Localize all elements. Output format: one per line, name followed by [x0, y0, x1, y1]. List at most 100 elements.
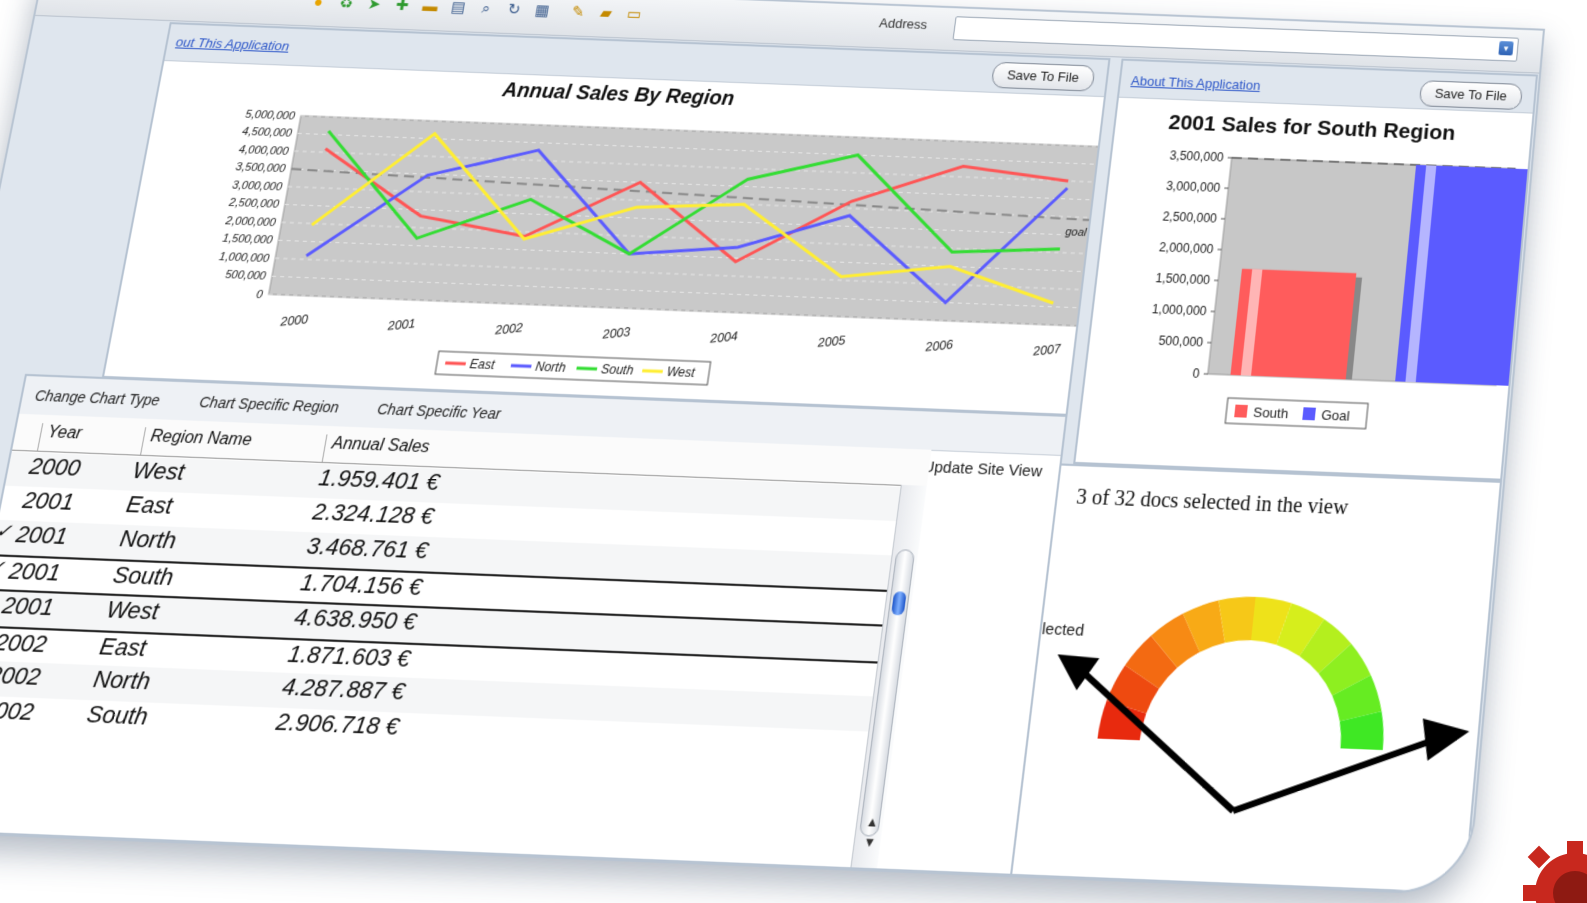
cell-year: 2001 [6, 557, 63, 587]
y-tick-label: 0 [1192, 366, 1201, 381]
folder-icon[interactable]: ▰ [596, 5, 617, 24]
cell-year: 2001 [13, 520, 70, 550]
tab-chart-specific-year[interactable]: Chart Specific Year [376, 400, 502, 422]
y-tick-label: 3,000,000 [1165, 179, 1221, 195]
x-tick-label: 2005 [817, 333, 846, 350]
selection-gauge-panel: 3 of 32 docs selected in the view Select… [1009, 463, 1503, 895]
print-icon[interactable]: ▤ [448, 0, 469, 17]
cell-sales: 2.906.718 € [274, 707, 402, 741]
sales-grid-panel: Change Chart Type Chart Specific Region … [0, 373, 1068, 877]
cell-year: 2001 [20, 486, 77, 516]
cell-sales: 1.959.401 € [316, 464, 442, 496]
legend: East North South West [435, 351, 711, 385]
legend-label: West [666, 364, 697, 380]
y-tick-label: 3,000,000 [231, 179, 284, 193]
y-tick-label: 1,000,000 [218, 251, 271, 265]
about-application-link[interactable]: out This Application [175, 34, 291, 53]
y-tick-label: 500,000 [224, 269, 268, 283]
cell-region: East [97, 632, 149, 662]
address-label: Address [878, 15, 929, 33]
column-header-region-name[interactable]: Region Name [140, 427, 328, 462]
y-tick-label: 4,500,000 [241, 126, 293, 140]
line-chart: 5,000,000 4,500,000 4,000,000 3,500,000 3,00… [218, 109, 1103, 413]
address-dropdown-button[interactable]: ▾ [1498, 41, 1514, 56]
y-tick-label: 3,500,000 [235, 162, 287, 176]
cell-region: South [84, 700, 151, 731]
cell-sales: 4.638.950 € [292, 603, 419, 636]
y-tick-label: 2,500,000 [227, 197, 281, 211]
legend-swatch [1234, 404, 1248, 418]
legend-label: South [600, 362, 635, 378]
cell-region: West [130, 456, 187, 486]
legend-swatch [577, 368, 598, 369]
cell-sales: 4.287.887 € [280, 672, 407, 706]
about-application-link[interactable]: About This Application [1130, 73, 1261, 93]
recycle-icon[interactable]: ♻ [336, 0, 357, 13]
cell-year: 2001 [0, 591, 57, 621]
minus-icon[interactable]: ▬ [420, 0, 441, 16]
x-tick-label: 2007 [1032, 341, 1062, 359]
legend-label: Goal [1321, 407, 1351, 424]
y-tick-label: 2,500,000 [1162, 209, 1218, 225]
legend-swatch [642, 371, 663, 372]
x-tick-label: 2001 [387, 316, 416, 333]
legend-label: East [469, 357, 497, 373]
gear-icon [1523, 841, 1587, 903]
cell-sales: 3.468.761 € [304, 532, 431, 564]
x-tick-label: 2004 [709, 329, 738, 346]
column-header-year[interactable]: Year [36, 423, 143, 455]
row-check [12, 452, 31, 453]
legend-swatch [511, 366, 532, 367]
tab-change-chart-type[interactable]: Change Chart Type [34, 387, 162, 409]
y-tick-label: 1,500,000 [221, 233, 274, 247]
cell-year: 2002 [0, 660, 43, 691]
cell-sales: 1.871.603 € [285, 640, 413, 673]
arrow-icon[interactable]: ➤ [364, 0, 385, 14]
x-tick-label: 2000 [279, 312, 309, 329]
bar-chart: 3,500,000 3,000,000 2,500,000 2,000,000 1,50… [1151, 148, 1529, 479]
y-tick-label: 2,000,000 [1158, 240, 1214, 256]
legend-swatch [1302, 407, 1316, 421]
selection-gauge: Selected [1022, 595, 1471, 876]
plus-icon[interactable]: ✚ [392, 0, 413, 15]
circle-yellow-icon[interactable]: ● [308, 0, 329, 12]
cell-year: 2000 [27, 452, 83, 482]
save-to-file-button[interactable]: Save To File [1418, 80, 1524, 111]
y-tick-label: 3,500,000 [1169, 148, 1225, 164]
annual-sales-chart-panel: out This Application Save To File Annual… [101, 22, 1111, 416]
binoculars-icon[interactable]: ⌕ [476, 0, 497, 18]
y-tick-label: 4,000,000 [238, 144, 290, 158]
refresh-icon[interactable]: ↻ [503, 1, 524, 20]
window-icon[interactable]: ▭ [624, 6, 645, 25]
save-to-file-button[interactable]: Save To File [990, 61, 1096, 92]
y-tick-label: 500,000 [1158, 333, 1204, 349]
row-check [5, 486, 24, 487]
calendar-icon[interactable]: ▦ [531, 2, 552, 21]
y-tick-label: 2,000,000 [224, 215, 278, 229]
cell-year: 2002 [0, 628, 50, 658]
south-region-chart-panel: About This Application Save To File 2001… [1073, 58, 1539, 481]
goal-label: goal [1064, 227, 1087, 240]
gauge-max-marker [1233, 733, 1431, 818]
row-check [0, 591, 3, 592]
x-tick-label: 2003 [602, 324, 631, 341]
scroll-up-icon[interactable]: ▲ [865, 814, 880, 830]
scroll-down-icon[interactable]: ▼ [862, 834, 877, 850]
tab-chart-specific-region[interactable]: Chart Specific Region [198, 393, 340, 415]
y-tick-label: 5,000,000 [244, 109, 296, 123]
legend-label: South [1252, 404, 1289, 421]
tools-icon[interactable]: ✎ [568, 3, 589, 22]
cell-sales: 2.324.128 € [310, 498, 436, 530]
max-arrowhead [1418, 718, 1471, 763]
selection-status-text: 3 of 32 docs selected in the view [1075, 485, 1350, 520]
cell-region: West [104, 595, 162, 625]
cell-region: East [124, 490, 175, 520]
cell-region: South [110, 561, 176, 591]
sales-table: Year Region Name Annual Sales 2000 West … [0, 413, 932, 869]
y-tick-label: 0 [255, 289, 264, 302]
chart-title: 2001 Sales for South Region [1167, 110, 1457, 146]
x-tick-label: 2002 [494, 320, 523, 337]
cell-region: North [117, 524, 179, 554]
y-tick-label: 1,500,000 [1155, 271, 1211, 288]
x-tick-label: 2006 [924, 337, 953, 354]
